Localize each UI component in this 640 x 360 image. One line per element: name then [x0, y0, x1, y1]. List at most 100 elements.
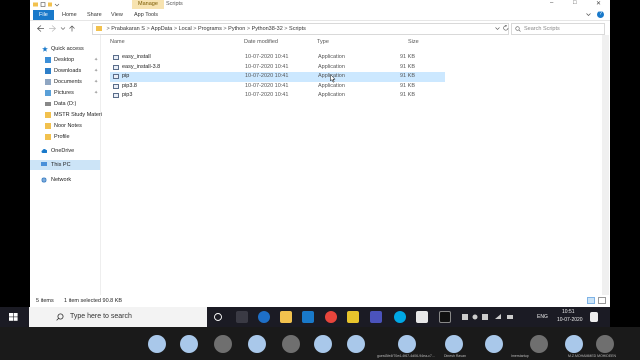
- help-button[interactable]: ?: [597, 11, 604, 18]
- search-input[interactable]: Search Scripts: [511, 23, 605, 35]
- breadcrumb-python[interactable]: Python: [228, 26, 245, 32]
- sidebar-item-label: Desktop: [54, 57, 75, 63]
- taskbar-search-input[interactable]: Type here to search: [29, 307, 207, 327]
- file-explorer-window: Manage Scripts – □ ✕ File Home Share Vie…: [30, 0, 610, 307]
- participant-avatar[interactable]: [180, 335, 198, 353]
- table-row[interactable]: easy_install-3.8 10-07-2020 10:41 Applic…: [110, 63, 445, 73]
- mail-icon[interactable]: [302, 311, 314, 323]
- system-tray-icons[interactable]: [462, 313, 522, 321]
- manage-contextual-tab[interactable]: Manage: [132, 0, 164, 9]
- sticky-notes-icon[interactable]: [347, 311, 359, 323]
- details-view-icon[interactable]: [587, 297, 595, 304]
- participant-avatar[interactable]: [347, 335, 365, 353]
- network-icon: [41, 177, 47, 183]
- sidebar-item-data-d[interactable]: Data (D:): [30, 99, 100, 109]
- sidebar-item-quick-access[interactable]: Quick access: [30, 44, 100, 54]
- chrome-icon[interactable]: [325, 311, 337, 323]
- pin-icon[interactable]: ✦: [94, 55, 98, 65]
- tab-share[interactable]: Share: [87, 10, 102, 20]
- nav-buttons[interactable]: [36, 25, 76, 32]
- edge-browser-icon[interactable]: [258, 311, 270, 323]
- column-header-type[interactable]: Type: [317, 39, 329, 45]
- table-row[interactable]: pip3.8 10-07-2020 10:41 Application 91 K…: [110, 82, 445, 92]
- participant-avatar[interactable]: [596, 335, 614, 353]
- table-row[interactable]: easy_install 10-07-2020 10:41 Applicatio…: [110, 53, 445, 63]
- sidebar-item-documents[interactable]: Documents ✦: [30, 77, 100, 87]
- quick-access-toolbar[interactable]: [33, 2, 61, 8]
- folder-icon: [45, 112, 51, 118]
- sidebar-item-mstr-study[interactable]: MSTR Study Materi: [30, 110, 102, 120]
- address-dropdown-icon[interactable]: [495, 26, 500, 31]
- large-icons-view-icon[interactable]: [598, 297, 606, 304]
- participant-avatar[interactable]: [398, 335, 416, 353]
- tab-file[interactable]: File: [33, 10, 54, 20]
- pin-icon[interactable]: ✦: [94, 88, 98, 98]
- file-date: 10-07-2020 10:41: [245, 63, 289, 70]
- breadcrumb-local[interactable]: Local: [179, 26, 192, 32]
- participant-avatar[interactable]: [248, 335, 266, 353]
- task-view-icon[interactable]: [213, 312, 223, 322]
- sidebar-item-desktop[interactable]: Desktop ✦: [30, 55, 100, 65]
- meeting-participants-strip: guest3fe4f70e4-4f67-4d06-94ea-c7... Dine…: [0, 327, 640, 360]
- column-header-date[interactable]: Date modified: [244, 39, 278, 45]
- participant-avatar[interactable]: [214, 335, 232, 353]
- sidebar-item-noor-notes[interactable]: Noor Notes: [30, 121, 100, 131]
- tab-app-tools[interactable]: App Tools: [134, 10, 158, 20]
- ribbon-tabs: File Home Share View App Tools ?: [30, 9, 610, 21]
- breadcrumb-programs[interactable]: Programs: [198, 26, 222, 32]
- participant-avatar[interactable]: [530, 335, 548, 353]
- sidebar-item-profile[interactable]: Profile: [30, 132, 100, 142]
- chevron-down-icon[interactable]: [586, 12, 591, 17]
- participant-avatar[interactable]: [485, 335, 503, 353]
- participant-avatar[interactable]: [445, 335, 463, 353]
- pictures-icon: [45, 90, 51, 96]
- address-bar[interactable]: > Prabakaran S > AppData > Local > Progr…: [92, 23, 509, 35]
- windows-start-icon[interactable]: [0, 307, 28, 327]
- table-row-selected[interactable]: pip 10-07-2020 10:41 Application 91 KB: [110, 72, 445, 82]
- notepad-icon[interactable]: [416, 311, 428, 323]
- column-header-name[interactable]: Name: [110, 39, 125, 45]
- participant-avatar[interactable]: [565, 335, 583, 353]
- sidebar-item-pictures[interactable]: Pictures ✦: [30, 88, 100, 98]
- mouse-cursor-icon: [330, 74, 336, 83]
- desktop-icon: [45, 57, 51, 63]
- file-name: easy_install: [122, 54, 151, 60]
- column-header-size[interactable]: Size: [408, 39, 419, 45]
- minimize-button[interactable]: –: [550, 0, 553, 6]
- participant-avatar[interactable]: [148, 335, 166, 353]
- breadcrumb-appdata[interactable]: AppData: [151, 26, 172, 32]
- search-placeholder: Search Scripts: [524, 26, 560, 32]
- window-title: Scripts: [166, 1, 183, 7]
- pin-icon[interactable]: ✦: [94, 66, 98, 76]
- tab-home[interactable]: Home: [62, 10, 77, 20]
- refresh-icon[interactable]: [503, 25, 509, 31]
- breadcrumb-python38-32[interactable]: Python38-32: [252, 26, 283, 32]
- sidebar-item-downloads[interactable]: Downloads ✦: [30, 66, 100, 76]
- teams-icon[interactable]: [370, 311, 382, 323]
- language-indicator[interactable]: ENG: [537, 314, 548, 320]
- breadcrumb-scripts[interactable]: Scripts: [289, 26, 306, 32]
- participant-avatar[interactable]: [314, 335, 332, 353]
- skype-icon[interactable]: [394, 311, 406, 323]
- clock-date[interactable]: 10-07-2020: [557, 317, 583, 323]
- close-button[interactable]: ✕: [596, 0, 601, 7]
- sidebar-item-this-pc[interactable]: This PC: [30, 160, 100, 170]
- documents-icon: [45, 79, 51, 85]
- file-size: 91 KB: [400, 82, 415, 89]
- sidebar-item-onedrive[interactable]: OneDrive: [30, 146, 100, 156]
- notification-icon[interactable]: [590, 312, 598, 322]
- clock-time[interactable]: 10:51: [562, 309, 575, 315]
- breadcrumb-prabakaran-s[interactable]: Prabakaran S: [111, 26, 145, 32]
- file-explorer-icon[interactable]: [280, 311, 292, 323]
- sidebar-item-network[interactable]: Network: [30, 175, 100, 185]
- maximize-button[interactable]: □: [573, 0, 577, 6]
- tab-view[interactable]: View: [111, 10, 123, 20]
- table-row[interactable]: pip3 10-07-2020 10:41 Application 91 KB: [110, 91, 445, 101]
- task-switcher-icon[interactable]: [236, 311, 248, 323]
- command-prompt-icon[interactable]: [439, 311, 451, 323]
- pin-icon[interactable]: ✦: [94, 77, 98, 87]
- items-count: 5 items: [36, 298, 54, 304]
- file-name: pip: [122, 73, 130, 79]
- vertical-scrollbar[interactable]: [602, 35, 609, 295]
- participant-avatar[interactable]: [282, 335, 300, 353]
